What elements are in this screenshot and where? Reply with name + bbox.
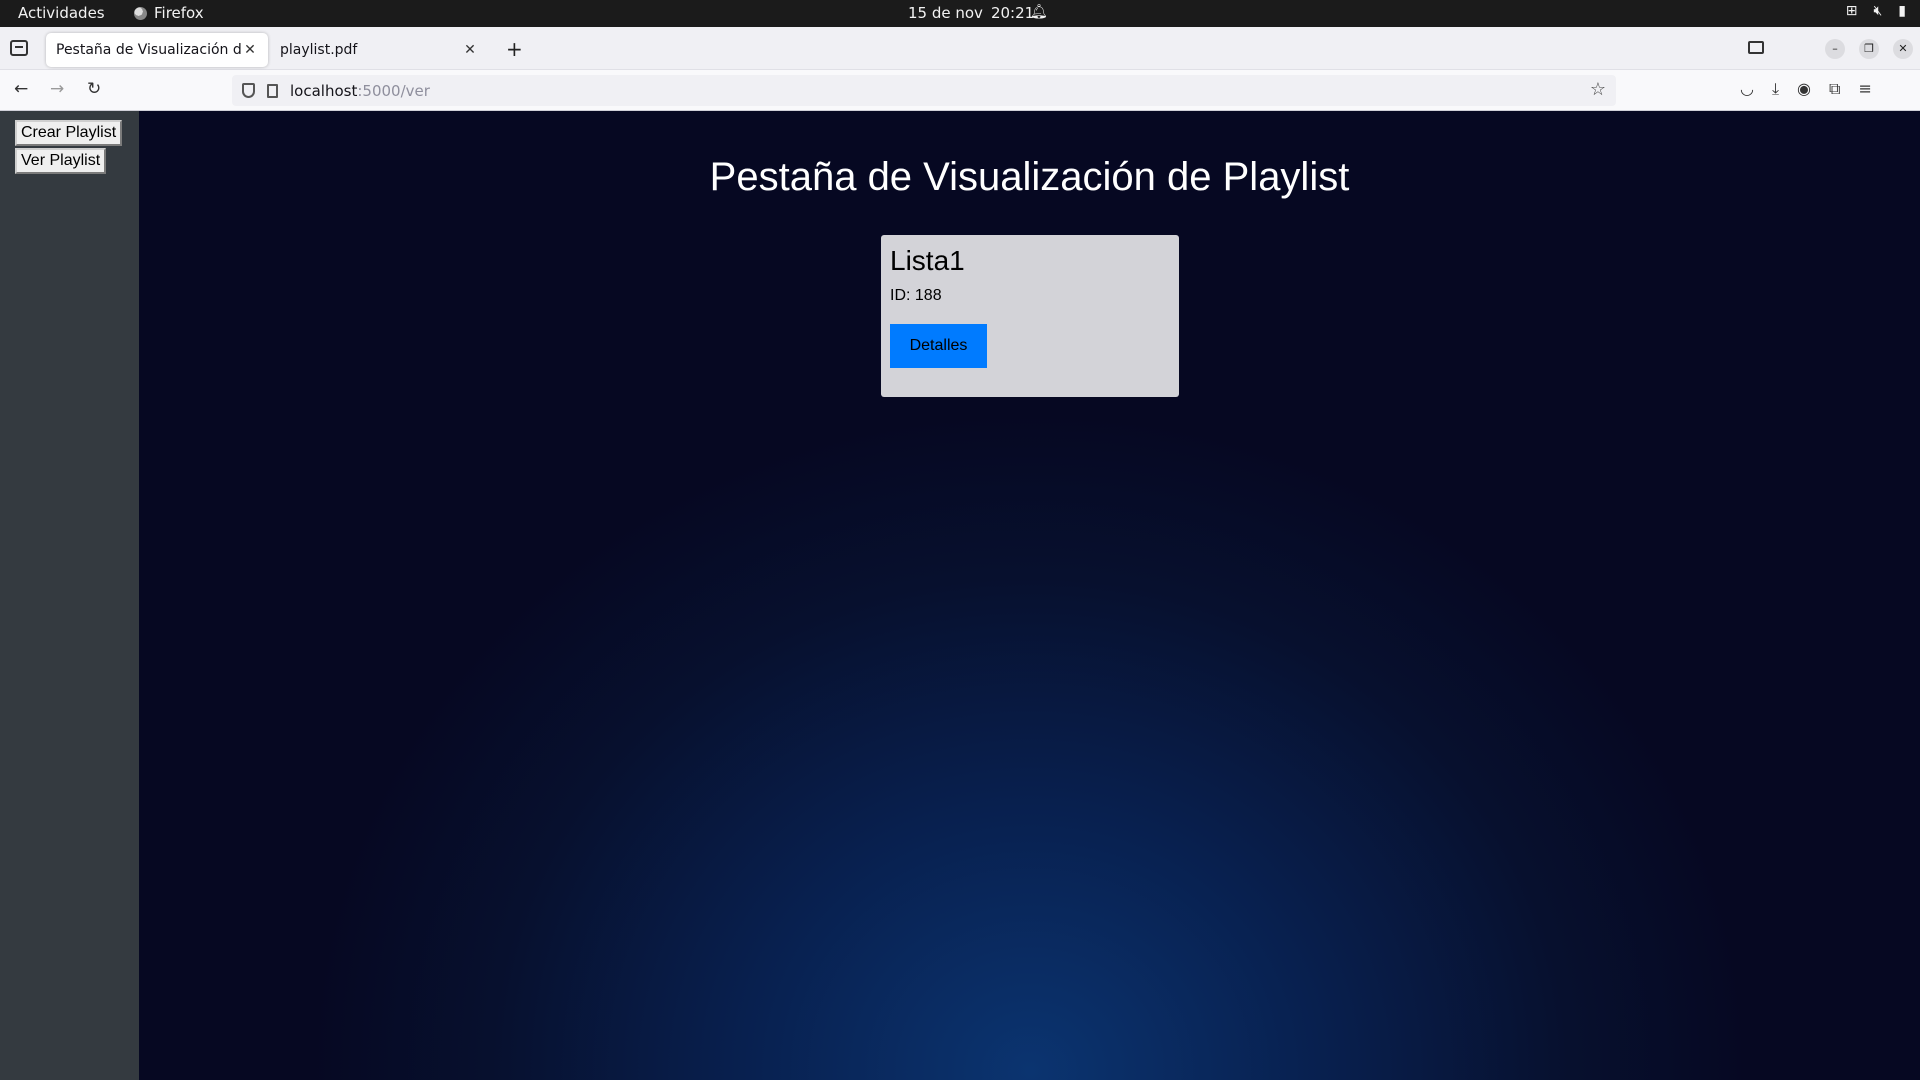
minimize-icon[interactable]: – bbox=[1825, 39, 1845, 59]
system-top-bar: Actividades Firefox 15 de nov 20:21 🔔︎ ⊞… bbox=[0, 0, 1920, 27]
playlist-name: Lista1 bbox=[890, 245, 965, 276]
back-arrow-icon[interactable]: ← bbox=[14, 79, 28, 99]
tab-title: Pestaña de Visualización de Playlist bbox=[56, 42, 242, 58]
system-tray[interactable]: ⊞ 🔇︎ ▮ bbox=[1846, 3, 1906, 19]
volume-muted-icon: 🔇︎ bbox=[1873, 3, 1883, 19]
clock[interactable]: 15 de nov 20:21 bbox=[908, 4, 1034, 22]
network-icon: ⊞ bbox=[1845, 3, 1858, 19]
close-window-icon[interactable]: ✕ bbox=[1893, 39, 1913, 59]
app-name: Firefox bbox=[154, 4, 204, 22]
activities-button[interactable]: Actividades bbox=[18, 4, 105, 22]
create-playlist-button[interactable]: Crear Playlist bbox=[15, 120, 123, 146]
new-tab-plus-icon[interactable]: + bbox=[506, 37, 523, 61]
view-playlist-button[interactable]: Ver Playlist bbox=[15, 148, 107, 174]
tab-inactive[interactable]: playlist.pdf ✕ bbox=[270, 33, 488, 67]
playlist-card: Lista1 ID: 188 Detalles bbox=[881, 235, 1179, 397]
clock-date: 15 de nov bbox=[908, 4, 983, 22]
toolbar-icons: ◡ ⤓ ◉ ⧉ ≡ bbox=[1740, 79, 1872, 99]
reload-icon[interactable]: ↻ bbox=[87, 79, 101, 99]
battery-icon: ▮ bbox=[1898, 3, 1906, 19]
tab-active[interactable]: Pestaña de Visualización de Playlist ✕ bbox=[46, 33, 268, 67]
navigation-bar: ← → ↻ localhost :5000/ver ☆ ◡ ⤓ ◉ ⧉ ≡ bbox=[0, 70, 1920, 111]
extensions-icon[interactable]: ⧉ bbox=[1829, 79, 1840, 99]
playlist-id: ID: 188 bbox=[890, 287, 942, 304]
list-all-tabs-icon[interactable] bbox=[10, 40, 28, 56]
tracking-shield-icon[interactable] bbox=[242, 83, 255, 98]
app-menu[interactable]: Firefox bbox=[134, 4, 204, 22]
sidebar: Crear Playlist Ver Playlist bbox=[0, 111, 139, 1080]
account-icon[interactable]: ◉ bbox=[1797, 79, 1811, 99]
url-host: localhost bbox=[290, 81, 358, 100]
details-button[interactable]: Detalles bbox=[890, 324, 987, 368]
notification-bell-icon[interactable]: 🔔︎ bbox=[1030, 4, 1048, 20]
firefox-view-icon[interactable] bbox=[1748, 41, 1764, 54]
pocket-icon[interactable]: ◡ bbox=[1740, 79, 1754, 99]
page-info-icon[interactable] bbox=[267, 83, 278, 98]
tab-title: playlist.pdf bbox=[280, 42, 358, 58]
tab-close-icon[interactable]: ✕ bbox=[242, 42, 258, 58]
page-content: Crear Playlist Ver Playlist Pestaña de V… bbox=[0, 111, 1920, 1080]
bookmark-star-icon[interactable]: ☆ bbox=[1590, 79, 1606, 100]
forward-arrow-icon[interactable]: → bbox=[50, 79, 64, 99]
tab-close-icon[interactable]: ✕ bbox=[462, 42, 478, 58]
menu-hamburger-icon[interactable]: ≡ bbox=[1858, 79, 1871, 99]
restore-icon[interactable]: ❐ bbox=[1859, 39, 1879, 59]
url-path: :5000/ver bbox=[357, 81, 430, 100]
url-bar[interactable]: localhost :5000/ver ☆ bbox=[232, 75, 1616, 106]
clock-time: 20:21 bbox=[990, 4, 1035, 22]
url-text[interactable]: localhost :5000/ver bbox=[290, 82, 430, 100]
tab-strip: Pestaña de Visualización de Playlist ✕ p… bbox=[0, 27, 1920, 70]
download-icon[interactable]: ⤓ bbox=[1772, 79, 1779, 99]
page-title: Pestaña de Visualización de Playlist bbox=[709, 155, 1350, 199]
firefox-icon bbox=[134, 6, 147, 20]
